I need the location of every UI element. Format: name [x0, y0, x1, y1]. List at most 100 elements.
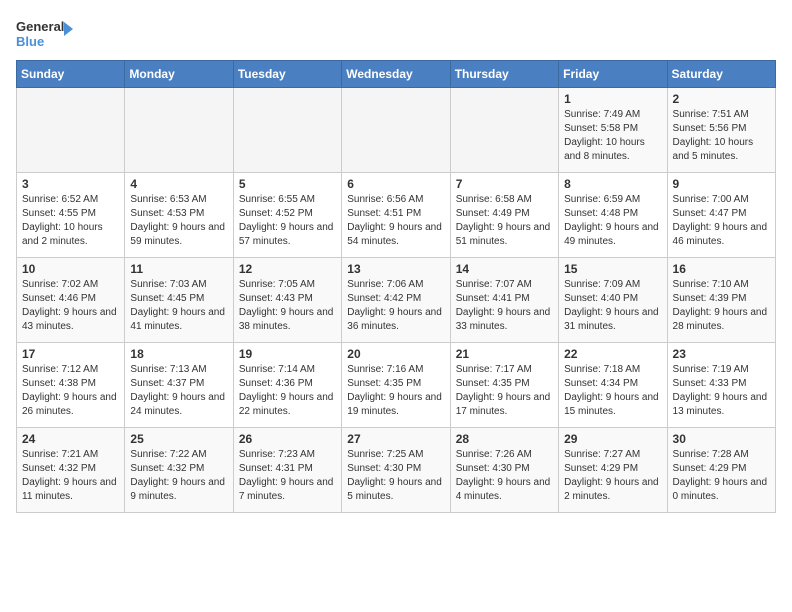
calendar-cell: 12Sunrise: 7:05 AM Sunset: 4:43 PM Dayli… — [233, 258, 341, 343]
calendar-header-thursday: Thursday — [450, 61, 558, 88]
day-number: 9 — [673, 177, 770, 191]
day-number: 24 — [22, 432, 119, 446]
calendar-cell: 10 Sunrise: 7:02 AM Sunset: 4:46 PM Dayli… — [17, 258, 125, 343]
calendar-cell: 6Sunrise: 6:56 AM Sunset: 4:51 PM Daylig… — [342, 173, 450, 258]
calendar-cell: 20 Sunrise: 7:16 AM Sunset: 4:35 PM Dayli… — [342, 343, 450, 428]
calendar-cell: 30Sunrise: 7:28 AM Sunset: 4:29 PM Dayli… — [667, 428, 775, 513]
day-info: Sunrise: 7:17 AM Sunset: 4:35 PM Dayligh… — [456, 363, 553, 419]
day-info: Sunrise: 7:03 AM Sunset: 4:45 PM Dayligh… — [130, 278, 227, 334]
day-info: Sunrise: 6:58 AM Sunset: 4:49 PM Dayligh… — [456, 193, 553, 249]
calendar-week-row: 24 Sunrise: 7:21 AM Sunset: 4:32 PM Dayli… — [17, 428, 776, 513]
calendar-cell: 4Sunrise: 6:53 AM Sunset: 4:53 PM Daylig… — [125, 173, 233, 258]
day-number: 8 — [564, 177, 661, 191]
calendar-cell: 9 Sunrise: 7:00 AM Sunset: 4:47 PM Daylig… — [667, 173, 775, 258]
calendar-header-saturday: Saturday — [667, 61, 775, 88]
day-number: 15 — [564, 262, 661, 276]
calendar-cell: 25 Sunrise: 7:22 AM Sunset: 4:32 PM Dayli… — [125, 428, 233, 513]
calendar-cell: 28Sunrise: 7:26 AM Sunset: 4:30 PM Dayli… — [450, 428, 558, 513]
calendar-cell: 13 Sunrise: 7:06 AM Sunset: 4:42 PM Dayli… — [342, 258, 450, 343]
day-number: 20 — [347, 347, 444, 361]
day-number: 21 — [456, 347, 553, 361]
svg-text:General: General — [16, 19, 64, 34]
day-number: 27 — [347, 432, 444, 446]
calendar-cell: 17 Sunrise: 7:12 AM Sunset: 4:38 PM Dayli… — [17, 343, 125, 428]
day-info: Sunrise: 6:53 AM Sunset: 4:53 PM Dayligh… — [130, 193, 227, 249]
day-number: 14 — [456, 262, 553, 276]
logo: General Blue — [16, 16, 76, 52]
calendar-week-row: 10 Sunrise: 7:02 AM Sunset: 4:46 PM Dayli… — [17, 258, 776, 343]
calendar-header-sunday: Sunday — [17, 61, 125, 88]
calendar-header-friday: Friday — [559, 61, 667, 88]
calendar-cell: 24 Sunrise: 7:21 AM Sunset: 4:32 PM Dayli… — [17, 428, 125, 513]
calendar-cell: 1 Sunrise: 7:49 AM Sunset: 5:58 PM Daylig… — [559, 88, 667, 173]
day-info: Sunrise: 7:05 AM Sunset: 4:43 PM Dayligh… — [239, 278, 336, 334]
calendar-week-row: 3 Sunrise: 6:52 AM Sunset: 4:55 PM Daylig… — [17, 173, 776, 258]
day-number: 10 — [22, 262, 119, 276]
day-number: 16 — [673, 262, 770, 276]
day-info: Sunrise: 7:06 AM Sunset: 4:42 PM Dayligh… — [347, 278, 444, 334]
day-info: Sunrise: 7:02 AM Sunset: 4:46 PM Dayligh… — [22, 278, 119, 334]
day-info: Sunrise: 7:12 AM Sunset: 4:38 PM Dayligh… — [22, 363, 119, 419]
calendar-cell: 5 Sunrise: 6:55 AM Sunset: 4:52 PM Daylig… — [233, 173, 341, 258]
calendar-cell — [17, 88, 125, 173]
calendar-header-row: SundayMondayTuesdayWednesdayThursdayFrid… — [17, 61, 776, 88]
calendar-cell — [233, 88, 341, 173]
day-info: Sunrise: 6:59 AM Sunset: 4:48 PM Dayligh… — [564, 193, 661, 249]
day-info: Sunrise: 7:21 AM Sunset: 4:32 PM Dayligh… — [22, 448, 119, 504]
calendar-cell: 22 Sunrise: 7:18 AM Sunset: 4:34 PM Dayli… — [559, 343, 667, 428]
day-number: 22 — [564, 347, 661, 361]
calendar-cell: 19 Sunrise: 7:14 AM Sunset: 4:36 PM Dayli… — [233, 343, 341, 428]
day-number: 5 — [239, 177, 336, 191]
calendar-header-monday: Monday — [125, 61, 233, 88]
day-info: Sunrise: 7:49 AM Sunset: 5:58 PM Dayligh… — [564, 108, 661, 164]
logo-svg: General Blue — [16, 16, 76, 52]
calendar-cell: 23 Sunrise: 7:19 AM Sunset: 4:33 PM Dayli… — [667, 343, 775, 428]
day-info: Sunrise: 7:18 AM Sunset: 4:34 PM Dayligh… — [564, 363, 661, 419]
day-info: Sunrise: 7:00 AM Sunset: 4:47 PM Dayligh… — [673, 193, 770, 249]
calendar-week-row: 17 Sunrise: 7:12 AM Sunset: 4:38 PM Dayli… — [17, 343, 776, 428]
day-info: Sunrise: 7:23 AM Sunset: 4:31 PM Dayligh… — [239, 448, 336, 504]
calendar-week-row: 1 Sunrise: 7:49 AM Sunset: 5:58 PM Daylig… — [17, 88, 776, 173]
day-number: 7 — [456, 177, 553, 191]
day-number: 17 — [22, 347, 119, 361]
day-number: 11 — [130, 262, 227, 276]
calendar-cell: 14 Sunrise: 7:07 AM Sunset: 4:41 PM Dayli… — [450, 258, 558, 343]
calendar-cell — [125, 88, 233, 173]
day-number: 2 — [673, 92, 770, 106]
day-info: Sunrise: 7:09 AM Sunset: 4:40 PM Dayligh… — [564, 278, 661, 334]
day-info: Sunrise: 7:25 AM Sunset: 4:30 PM Dayligh… — [347, 448, 444, 504]
day-info: Sunrise: 7:14 AM Sunset: 4:36 PM Dayligh… — [239, 363, 336, 419]
calendar-cell: 26Sunrise: 7:23 AM Sunset: 4:31 PM Dayli… — [233, 428, 341, 513]
day-number: 19 — [239, 347, 336, 361]
day-info: Sunrise: 7:22 AM Sunset: 4:32 PM Dayligh… — [130, 448, 227, 504]
calendar-table: SundayMondayTuesdayWednesdayThursdayFrid… — [16, 60, 776, 513]
day-number: 25 — [130, 432, 227, 446]
day-info: Sunrise: 7:16 AM Sunset: 4:35 PM Dayligh… — [347, 363, 444, 419]
calendar-header-tuesday: Tuesday — [233, 61, 341, 88]
day-number: 3 — [22, 177, 119, 191]
day-number: 30 — [673, 432, 770, 446]
day-number: 1 — [564, 92, 661, 106]
calendar-cell: 2 Sunrise: 7:51 AM Sunset: 5:56 PM Daylig… — [667, 88, 775, 173]
calendar-cell: 8 Sunrise: 6:59 AM Sunset: 4:48 PM Daylig… — [559, 173, 667, 258]
calendar-header-wednesday: Wednesday — [342, 61, 450, 88]
day-info: Sunrise: 7:10 AM Sunset: 4:39 PM Dayligh… — [673, 278, 770, 334]
day-info: Sunrise: 6:56 AM Sunset: 4:51 PM Dayligh… — [347, 193, 444, 249]
calendar-cell: 11 Sunrise: 7:03 AM Sunset: 4:45 PM Dayli… — [125, 258, 233, 343]
header: General Blue — [16, 16, 776, 52]
calendar-cell: 18Sunrise: 7:13 AM Sunset: 4:37 PM Dayli… — [125, 343, 233, 428]
day-number: 13 — [347, 262, 444, 276]
calendar-cell: 29 Sunrise: 7:27 AM Sunset: 4:29 PM Dayli… — [559, 428, 667, 513]
day-number: 29 — [564, 432, 661, 446]
day-info: Sunrise: 7:19 AM Sunset: 4:33 PM Dayligh… — [673, 363, 770, 419]
calendar-cell: 7 Sunrise: 6:58 AM Sunset: 4:49 PM Daylig… — [450, 173, 558, 258]
day-info: Sunrise: 7:26 AM Sunset: 4:30 PM Dayligh… — [456, 448, 553, 504]
calendar-cell: 16 Sunrise: 7:10 AM Sunset: 4:39 PM Dayli… — [667, 258, 775, 343]
day-info: Sunrise: 6:55 AM Sunset: 4:52 PM Dayligh… — [239, 193, 336, 249]
day-info: Sunrise: 7:27 AM Sunset: 4:29 PM Dayligh… — [564, 448, 661, 504]
day-number: 23 — [673, 347, 770, 361]
day-info: Sunrise: 7:13 AM Sunset: 4:37 PM Dayligh… — [130, 363, 227, 419]
day-info: Sunrise: 7:51 AM Sunset: 5:56 PM Dayligh… — [673, 108, 770, 164]
day-info: Sunrise: 7:07 AM Sunset: 4:41 PM Dayligh… — [456, 278, 553, 334]
day-info: Sunrise: 6:52 AM Sunset: 4:55 PM Dayligh… — [22, 193, 119, 249]
